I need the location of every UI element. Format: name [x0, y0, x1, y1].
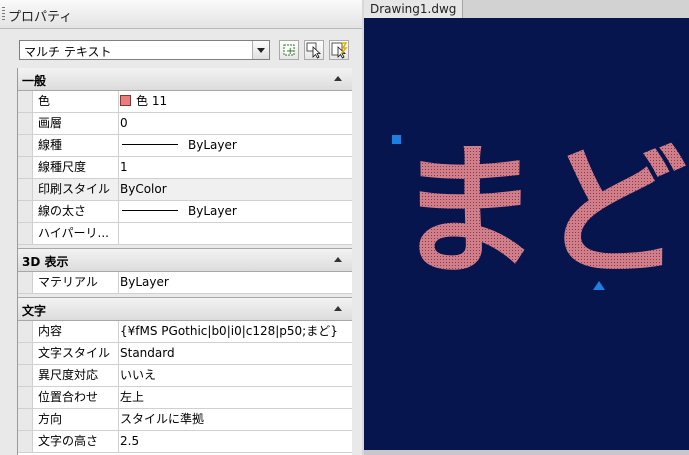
- color-swatch-icon: [120, 95, 131, 106]
- quick-select-icon: [331, 42, 348, 59]
- section-header-3d[interactable]: 3D 表示: [18, 249, 352, 272]
- property-row-layer[interactable]: 画層 0: [18, 113, 352, 135]
- property-value[interactable]: スタイルに準拠: [116, 409, 352, 430]
- property-row-direction[interactable]: 方向 スタイルに準拠: [18, 409, 352, 431]
- line-sample-icon: [122, 210, 178, 211]
- collapse-arrow-icon[interactable]: [334, 76, 342, 81]
- line-sample-icon: [122, 144, 178, 145]
- property-row-plot-style[interactable]: 印刷スタイル ByColor: [18, 179, 352, 201]
- property-row-hyperlink[interactable]: ハイパーリ...: [18, 223, 352, 245]
- property-value[interactable]: ByLayer: [116, 272, 352, 293]
- collapse-arrow-icon[interactable]: [334, 306, 342, 311]
- section-header-general[interactable]: 一般: [18, 68, 352, 91]
- property-row-contents[interactable]: 内容 {¥fMS PGothic|b0|i0|c128|p50;まど}: [18, 321, 352, 343]
- property-value[interactable]: [116, 223, 352, 244]
- property-value[interactable]: ByLayer: [116, 201, 352, 222]
- property-name: 印刷スタイル: [34, 179, 119, 200]
- property-name: 文字スタイル: [34, 343, 119, 364]
- property-value[interactable]: 2.5: [116, 431, 352, 452]
- drawing-tab[interactable]: Drawing1.dwg: [364, 0, 464, 18]
- property-name: 文字の高さ: [34, 431, 119, 452]
- section-title: 3D 表示: [22, 255, 69, 269]
- property-name: ハイパーリ...: [34, 223, 119, 244]
- property-value[interactable]: ByLayer: [116, 135, 352, 156]
- palette-title-bar[interactable]: プロパティ: [0, 0, 362, 29]
- palette-title: プロパティ: [8, 10, 73, 25]
- property-row-justify[interactable]: 位置合わせ 左上: [18, 387, 352, 409]
- property-value[interactable]: Standard: [116, 343, 352, 364]
- property-row-linetype-scale[interactable]: 線種尺度 1: [18, 157, 352, 179]
- property-row-text-style[interactable]: 文字スタイル Standard: [18, 343, 352, 365]
- drag-grip-icon[interactable]: [2, 7, 5, 21]
- section-title: 文字: [22, 304, 47, 318]
- property-row-annotative[interactable]: 異尺度対応 いいえ: [18, 365, 352, 387]
- section-title: 一般: [22, 74, 47, 88]
- property-name: 画層: [34, 113, 119, 134]
- drawing-bottom-bar: [364, 450, 689, 455]
- select-objects-icon: [306, 42, 322, 59]
- property-name: 線の太さ: [34, 201, 119, 222]
- property-name: 方向: [34, 409, 119, 430]
- collapse-arrow-icon[interactable]: [334, 257, 342, 262]
- object-type-select[interactable]: マルチ テキスト: [19, 40, 270, 60]
- property-row-text-height[interactable]: 文字の高さ 2.5: [18, 431, 352, 453]
- canvas-svg: まど: [392, 130, 687, 295]
- property-value[interactable]: 色 11: [116, 91, 352, 112]
- property-name: 内容: [34, 321, 119, 342]
- property-row-linetype[interactable]: 線種 ByLayer: [18, 135, 352, 157]
- property-row-material[interactable]: マテリアル ByLayer: [18, 272, 352, 294]
- selector-row: マルチ テキスト +: [0, 30, 362, 66]
- section-header-text[interactable]: 文字: [18, 298, 352, 321]
- toggle-pickadd-icon: +: [283, 44, 295, 57]
- toggle-pickadd-button[interactable]: +: [279, 40, 299, 60]
- grip-insertion-point[interactable]: [392, 135, 401, 144]
- properties-palette: プロパティ マルチ テキスト + 一般 色 色 11 画層 0 線種 ByLay…: [0, 0, 362, 455]
- property-name: 位置合わせ: [34, 387, 119, 408]
- property-name: 線種: [34, 135, 119, 156]
- property-value[interactable]: 左上: [116, 387, 352, 408]
- property-value[interactable]: 0: [116, 113, 352, 134]
- property-name: 異尺度対応: [34, 365, 119, 386]
- property-grid: 一般 色 色 11 画層 0 線種 ByLayer 線種尺度 1 印刷スタイル …: [17, 68, 353, 455]
- property-name: 線種尺度: [34, 157, 119, 178]
- property-name: マテリアル: [34, 272, 119, 293]
- property-row-color[interactable]: 色 色 11: [18, 91, 352, 113]
- chevron-down-icon[interactable]: [252, 41, 269, 59]
- property-value[interactable]: いいえ: [116, 365, 352, 386]
- palette-scrollbar[interactable]: [352, 68, 362, 455]
- property-value[interactable]: ByColor: [116, 179, 352, 200]
- object-type-value: マルチ テキスト: [24, 45, 112, 59]
- mtext-object[interactable]: まど: [395, 130, 687, 295]
- drawing-panel: Drawing1.dwg まど: [364, 0, 689, 455]
- property-row-lineweight[interactable]: 線の太さ ByLayer: [18, 201, 352, 223]
- property-name: 色: [34, 91, 119, 112]
- quick-select-button[interactable]: [329, 40, 349, 60]
- property-value[interactable]: {¥fMS PGothic|b0|i0|c128|p50;まど}: [116, 321, 352, 342]
- select-objects-button[interactable]: [304, 40, 324, 60]
- drawing-tab-strip: Drawing1.dwg: [364, 0, 689, 18]
- property-value[interactable]: 1: [116, 157, 352, 178]
- svg-text:+: +: [286, 46, 294, 57]
- drawing-canvas[interactable]: まど: [365, 19, 688, 450]
